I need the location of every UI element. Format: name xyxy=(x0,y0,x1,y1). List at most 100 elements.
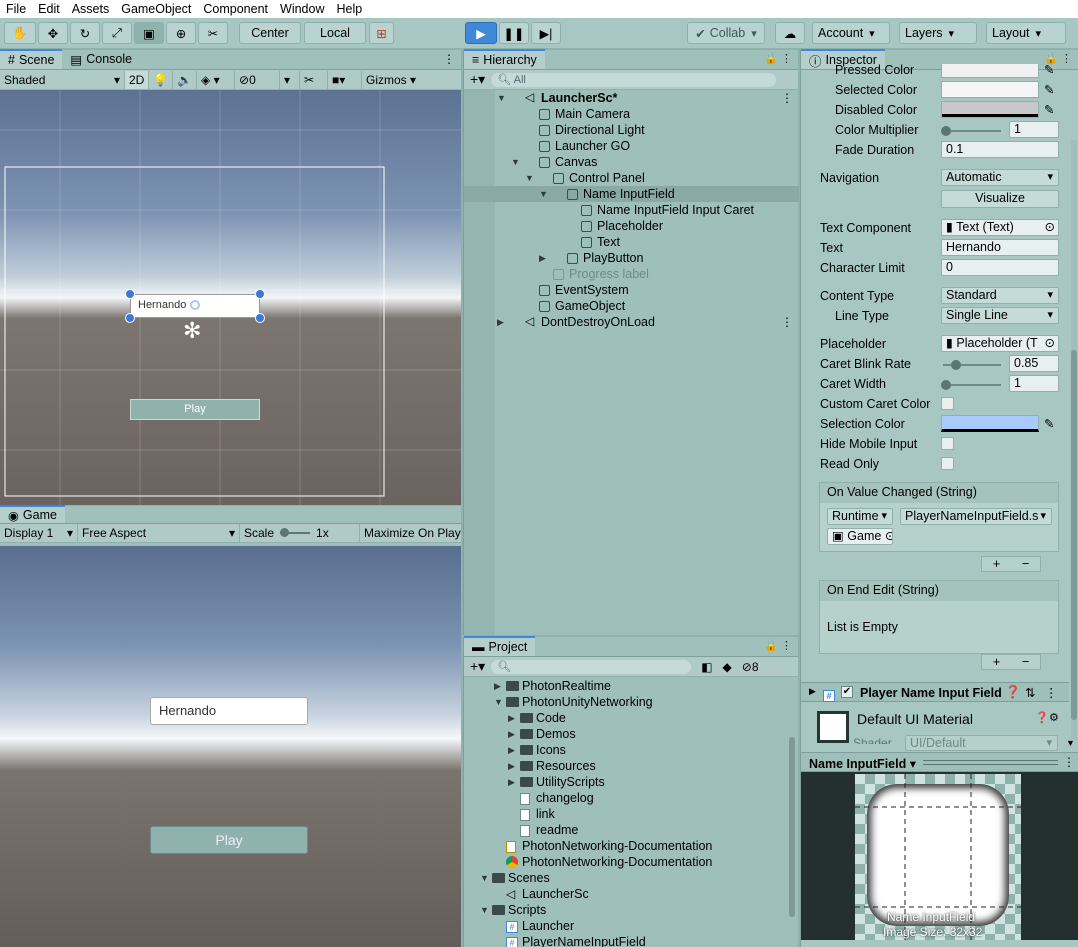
aspect-dropdown[interactable]: Free Aspect ▾ xyxy=(78,524,240,542)
chevron-down-icon[interactable]: ▼ xyxy=(480,902,492,918)
eyedropper-icon[interactable]: ✎ xyxy=(1044,102,1054,117)
rotate-tool-button[interactable]: ↻ xyxy=(70,22,100,44)
content-type-dropdown[interactable]: Standard xyxy=(941,287,1059,304)
hierarchy-item[interactable]: EventSystem xyxy=(464,282,799,298)
custom-caret-color-checkbox[interactable] xyxy=(941,397,954,410)
menu-edit[interactable]: Edit xyxy=(32,0,66,18)
filter-type-icon[interactable]: ◧ xyxy=(701,660,712,674)
project-item[interactable]: ▶ PhotonRealtime xyxy=(464,678,789,694)
gear-icon[interactable]: ⚙ xyxy=(1049,711,1059,724)
hierarchy-item[interactable]: Placeholder xyxy=(464,218,799,234)
scroll-down-icon[interactable]: ▼ xyxy=(1066,738,1075,748)
slider-knob[interactable] xyxy=(941,380,951,390)
hierarchy-search-input[interactable]: 🔍︎ All xyxy=(491,72,777,87)
chevron-right-icon[interactable]: ▶ xyxy=(508,774,520,790)
read-only-checkbox[interactable] xyxy=(941,457,954,470)
pause-button[interactable]: ❚❚ xyxy=(499,22,529,44)
function-dropdown[interactable]: PlayerNameInputField.s xyxy=(900,508,1052,525)
hierarchy-item[interactable]: Main Camera xyxy=(464,106,799,122)
menu-assets[interactable]: Assets xyxy=(66,0,116,18)
caret-blink-rate-slider[interactable] xyxy=(943,360,1001,370)
chevron-down-icon[interactable]: ▼ xyxy=(494,694,506,710)
chevron-right-icon[interactable]: ▶ xyxy=(508,726,520,742)
rect-tool-button[interactable]: ▣ xyxy=(134,22,164,44)
step-button[interactable]: ▶| xyxy=(531,22,561,44)
display-dropdown[interactable]: Display 1 ▾ xyxy=(0,524,78,542)
component-menu-icon[interactable]: ⋮ xyxy=(1045,685,1058,700)
custom-tool-button[interactable]: ✂ xyxy=(198,22,228,44)
effects-dropdown[interactable]: ◈ ▾ xyxy=(197,70,235,89)
menu-help[interactable]: Help xyxy=(330,0,368,18)
mode-2d-toggle[interactable]: 2D xyxy=(125,70,149,89)
shader-dropdown[interactable]: UI/Default xyxy=(905,735,1058,751)
color-multiplier-slider[interactable] xyxy=(941,126,1001,136)
line-type-dropdown[interactable]: Single Line xyxy=(941,307,1059,324)
menu-file[interactable]: File xyxy=(0,0,32,18)
rect-handle[interactable] xyxy=(125,313,135,323)
text-component-field[interactable]: ▮ Text (Text) ⊙ xyxy=(941,219,1059,236)
component-header[interactable]: ▶ # ✔ Player Name Input Field ❓ ⇅ ⋮ xyxy=(801,682,1069,702)
transform-tool-button[interactable]: ⊕ xyxy=(166,22,196,44)
eye-slash-icon[interactable]: ⊘ xyxy=(742,660,752,674)
camera-dropdown[interactable]: ■▾ xyxy=(328,70,362,89)
tab-scene[interactable]: # Scene xyxy=(0,49,63,69)
scene-viewport[interactable]: Hernando ✻ Play xyxy=(0,90,461,505)
tools-toggle[interactable]: ✂ xyxy=(300,70,328,89)
project-item[interactable]: changelog xyxy=(464,790,789,806)
text-field[interactable]: Hernando xyxy=(941,239,1059,256)
caret-width-field[interactable]: 1 xyxy=(1009,375,1059,392)
hierarchy-item[interactable]: ▶ PlayButton xyxy=(464,250,799,266)
chevron-right-icon[interactable]: ▶ xyxy=(508,742,520,758)
chevron-right-icon[interactable]: ▶ xyxy=(539,250,551,266)
pivot-handle[interactable] xyxy=(190,300,200,310)
project-scrollbar[interactable] xyxy=(789,737,795,917)
scene-menu-icon[interactable]: ⋮ xyxy=(781,90,793,106)
component-enabled-checkbox[interactable]: ✔ xyxy=(841,686,853,698)
pivot-local-button[interactable]: Local xyxy=(304,22,366,44)
tab-game[interactable]: ◉ Game xyxy=(0,505,65,523)
lock-icon[interactable]: 🔒 ⋮ xyxy=(764,49,798,69)
add-dropdown[interactable]: +▾ xyxy=(464,658,491,675)
navigation-dropdown[interactable]: Automatic xyxy=(941,169,1059,186)
project-item[interactable]: readme xyxy=(464,822,789,838)
disabled-color-field[interactable] xyxy=(941,101,1039,118)
maximize-on-play-toggle[interactable]: Maximize On Play xyxy=(360,524,461,542)
play-button[interactable]: ▶ xyxy=(465,22,497,44)
hierarchy-item[interactable]: Name InputField Input Caret xyxy=(464,202,799,218)
project-item[interactable]: ▼ Scripts xyxy=(464,902,789,918)
project-item[interactable]: PhotonNetworking-Documentation xyxy=(464,854,789,870)
hierarchy-item[interactable]: ▼ Control Panel xyxy=(464,170,799,186)
fade-duration-field[interactable]: 0.1 xyxy=(941,141,1059,158)
visualize-button[interactable]: Visualize xyxy=(941,190,1059,208)
add-dropdown[interactable]: +▾ xyxy=(464,71,491,88)
chevron-down-icon[interactable]: ▼ xyxy=(539,186,551,202)
project-item[interactable]: ▶ Demos xyxy=(464,726,789,742)
color-multiplier-field[interactable]: 1 xyxy=(1009,121,1059,138)
slider-knob[interactable] xyxy=(941,126,951,136)
menu-component[interactable]: Component xyxy=(197,0,274,18)
object-picker-icon[interactable]: ⊙ xyxy=(1045,220,1055,235)
project-item[interactable]: ▼ Scenes xyxy=(464,870,789,886)
project-item[interactable]: ▶ Resources xyxy=(464,758,789,774)
target-object-field[interactable]: ▣ Game ⊙ xyxy=(827,528,893,545)
hierarchy-item[interactable]: Launcher GO xyxy=(464,138,799,154)
hierarchy-item[interactable]: Directional Light xyxy=(464,122,799,138)
character-limit-field[interactable]: 0 xyxy=(941,259,1059,276)
audio-toggle[interactable]: 🔈 xyxy=(173,70,197,89)
project-item[interactable]: # Launcher xyxy=(464,918,789,934)
preview-title-dropdown[interactable]: Name InputField ▾ xyxy=(809,756,916,771)
foldout-arrow-icon[interactable]: ▶ xyxy=(809,686,816,697)
layout-dropdown[interactable]: Layout xyxy=(986,22,1066,44)
hierarchy-item[interactable]: ▶ ◁ DontDestroyOnLoad ⋮ xyxy=(464,314,799,330)
runtime-dropdown[interactable]: Runtime xyxy=(827,508,893,525)
anchor-icon[interactable]: ✻ xyxy=(183,318,201,344)
remove-listener-icon[interactable]: − xyxy=(1022,557,1030,571)
pivot-center-button[interactable]: Center xyxy=(239,22,301,44)
add-listener-icon[interactable]: + xyxy=(993,655,1001,669)
preview-drag-handle[interactable] xyxy=(923,760,1058,765)
hierarchy-item[interactable]: Progress label xyxy=(464,266,799,282)
chevron-down-icon[interactable]: ▼ xyxy=(497,90,509,106)
menu-gameobject[interactable]: GameObject xyxy=(115,0,197,18)
tab-console[interactable]: ▤ Console xyxy=(62,49,140,69)
selected-color-field[interactable] xyxy=(941,81,1039,98)
